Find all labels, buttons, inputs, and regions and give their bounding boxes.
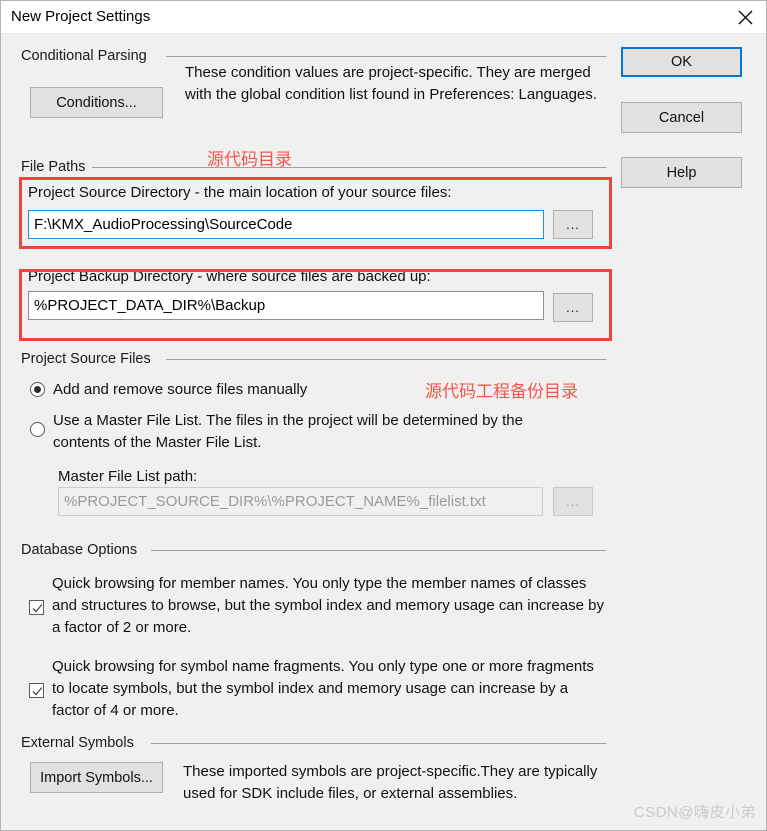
checkbox-quick-browse-member-names[interactable] — [29, 600, 44, 615]
master-file-list-path-input[interactable]: %PROJECT_SOURCE_DIR%\%PROJECT_NAME%_file… — [58, 487, 543, 516]
project-source-files-divider — [166, 359, 606, 360]
window-title: New Project Settings — [11, 8, 151, 25]
master-file-list-path-label: Master File List path: — [58, 468, 198, 485]
source-dir-annotation: 源代码目录 — [207, 150, 292, 169]
project-source-files-group-label: Project Source Files — [21, 351, 158, 367]
database-options-group-label: Database Options — [21, 542, 145, 558]
title-bar: New Project Settings — [1, 1, 766, 34]
external-symbols-divider — [151, 743, 606, 744]
source-dir-label: Project Source Directory - the main loca… — [28, 184, 452, 201]
radio-use-master-file-list-label: Use a Master File List. The files in the… — [53, 412, 523, 451]
external-symbols-description: These imported symbols are project-speci… — [183, 763, 598, 802]
radio-add-remove-manually[interactable] — [30, 382, 45, 397]
conditional-parsing-description: These condition values are project-speci… — [185, 64, 597, 103]
help-button[interactable]: Help — [621, 157, 742, 188]
radio-use-master-file-list[interactable] — [30, 422, 45, 437]
watermark: CSDN@嗨皮小弟 — [633, 804, 756, 821]
source-dir-input[interactable]: F:\KMX_AudioProcessing\SourceCode — [28, 210, 544, 239]
backup-dir-label: Project Backup Directory - where source … — [28, 268, 431, 285]
close-icon[interactable] — [722, 1, 766, 33]
file-paths-group-label: File Paths — [21, 159, 93, 175]
checkbox-quick-browse-member-names-label: Quick browsing for member names. You onl… — [52, 575, 604, 636]
check-icon — [32, 604, 43, 613]
database-options-divider — [151, 550, 606, 551]
backup-dir-input[interactable]: %PROJECT_DATA_DIR%\Backup — [28, 291, 544, 320]
backup-dir-browse-button[interactable]: ... — [553, 293, 593, 322]
checkbox-quick-browse-symbol-fragments-label: Quick browsing for symbol name fragments… — [52, 658, 594, 719]
cancel-button[interactable]: Cancel — [621, 102, 742, 133]
backup-dir-annotation: 源代码工程备份目录 — [425, 382, 578, 401]
conditional-parsing-divider — [166, 56, 606, 57]
file-paths-divider — [91, 167, 606, 168]
conditional-parsing-group-label: Conditional Parsing — [21, 48, 154, 64]
conditions-button[interactable]: Conditions... — [30, 87, 163, 118]
import-symbols-button[interactable]: Import Symbols... — [30, 762, 163, 793]
ok-button[interactable]: OK — [621, 47, 742, 77]
master-file-list-browse-button[interactable]: ... — [553, 487, 593, 516]
source-dir-browse-button[interactable]: ... — [553, 210, 593, 239]
checkbox-quick-browse-symbol-fragments[interactable] — [29, 683, 44, 698]
check-icon — [32, 687, 43, 696]
new-project-settings-dialog: New Project Settings OK Cancel Help Cond… — [0, 0, 767, 831]
external-symbols-group-label: External Symbols — [21, 735, 141, 751]
radio-add-remove-manually-label: Add and remove source files manually — [53, 381, 308, 398]
